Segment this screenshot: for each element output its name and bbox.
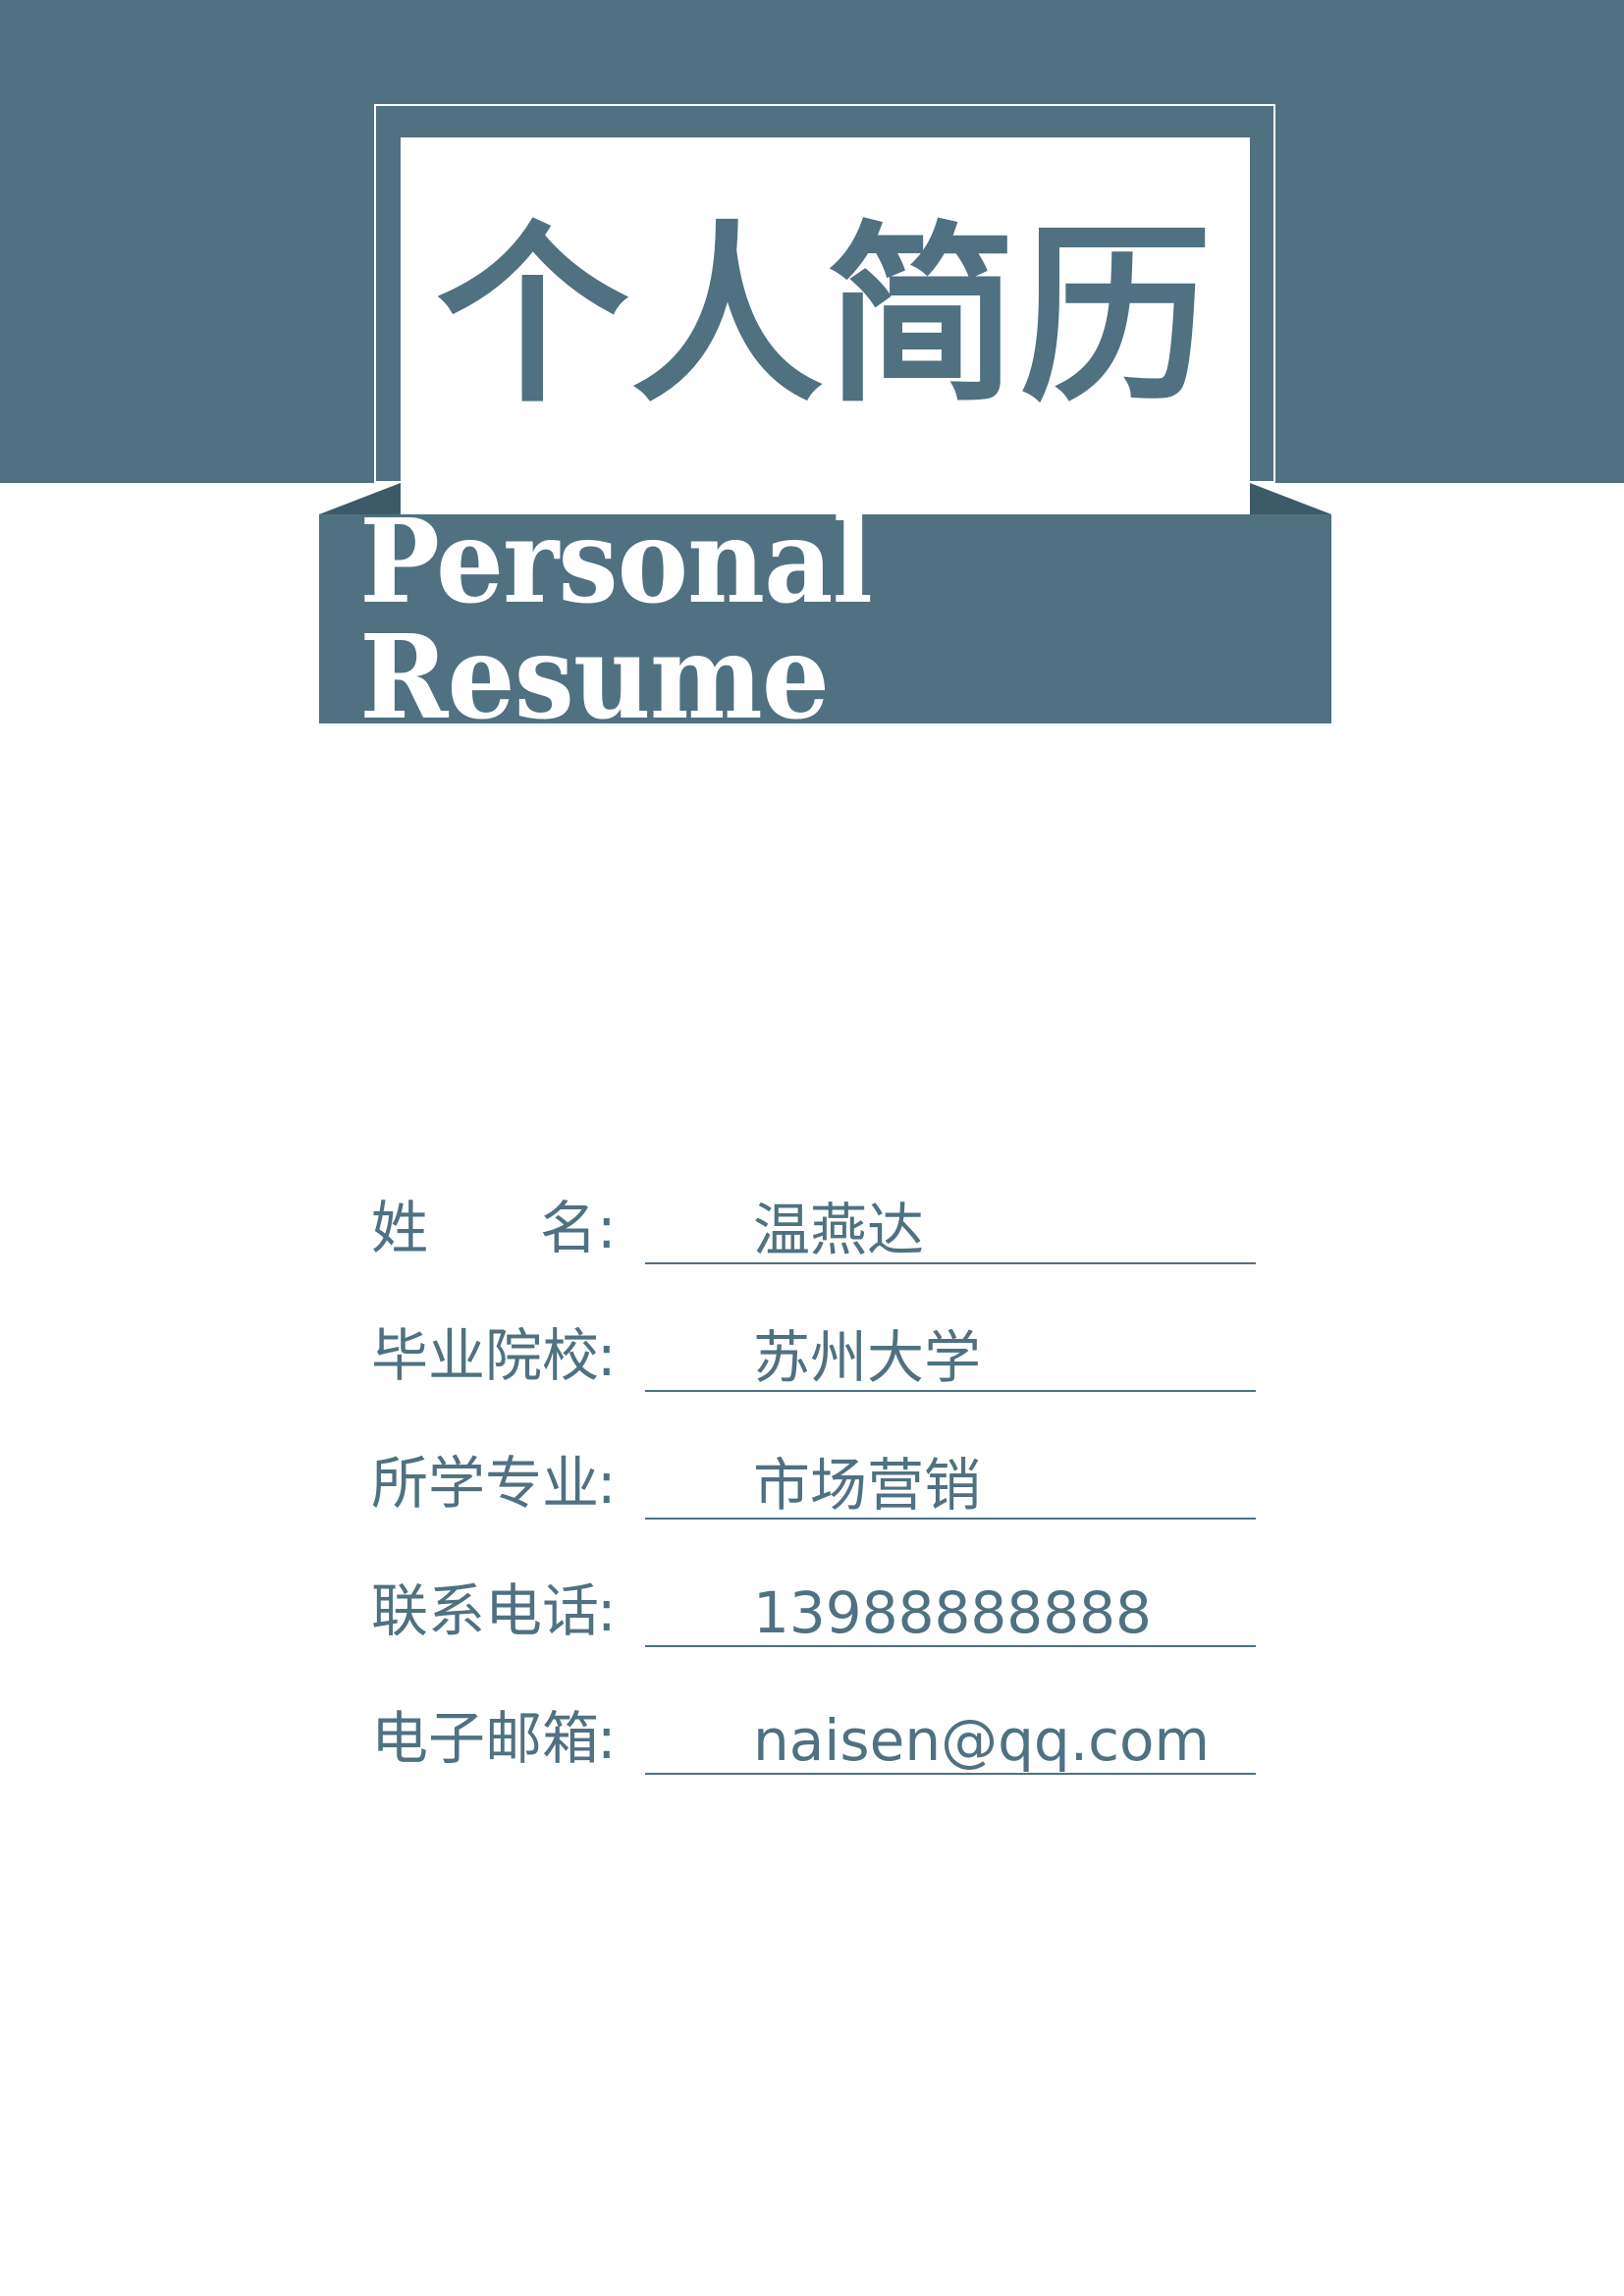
subtitle-ribbon: Personal Resume xyxy=(319,503,1331,734)
info-row-school: 毕业院校: 苏州大学 xyxy=(371,1315,1256,1443)
name-value: 温燕达 xyxy=(753,1197,925,1263)
info-label: 电子邮箱: xyxy=(371,1705,617,1772)
info-label: 毕业院校: xyxy=(371,1322,617,1389)
title-card: 个人简历 xyxy=(401,137,1250,514)
major-value: 市场营销 xyxy=(753,1452,982,1519)
school-value: 苏州大学 xyxy=(753,1324,982,1391)
info-row-phone: 联系电话: 13988888888 xyxy=(371,1571,1256,1698)
info-row-name: 姓 名: 温燕达 xyxy=(371,1188,1256,1315)
info-label: 姓 名: xyxy=(371,1195,617,1261)
phone-value: 13988888888 xyxy=(753,1579,1152,1646)
email-value: naisen@qq.com xyxy=(753,1707,1211,1774)
info-row-major: 所学专业: 市场营销 xyxy=(371,1443,1256,1571)
underline xyxy=(645,1262,1256,1264)
info-label: 联系电话: xyxy=(371,1577,617,1644)
page-subtitle: Personal Resume xyxy=(359,492,873,745)
personal-info: 姓 名: 温燕达 毕业院校: 苏州大学 所学专业: 市场营销 联系电话: 139… xyxy=(371,1188,1256,1826)
info-row-email: 电子邮箱: naisen@qq.com xyxy=(371,1698,1256,1826)
page-title: 个人简历 xyxy=(436,205,1215,429)
info-label: 所学专业: xyxy=(371,1450,617,1517)
